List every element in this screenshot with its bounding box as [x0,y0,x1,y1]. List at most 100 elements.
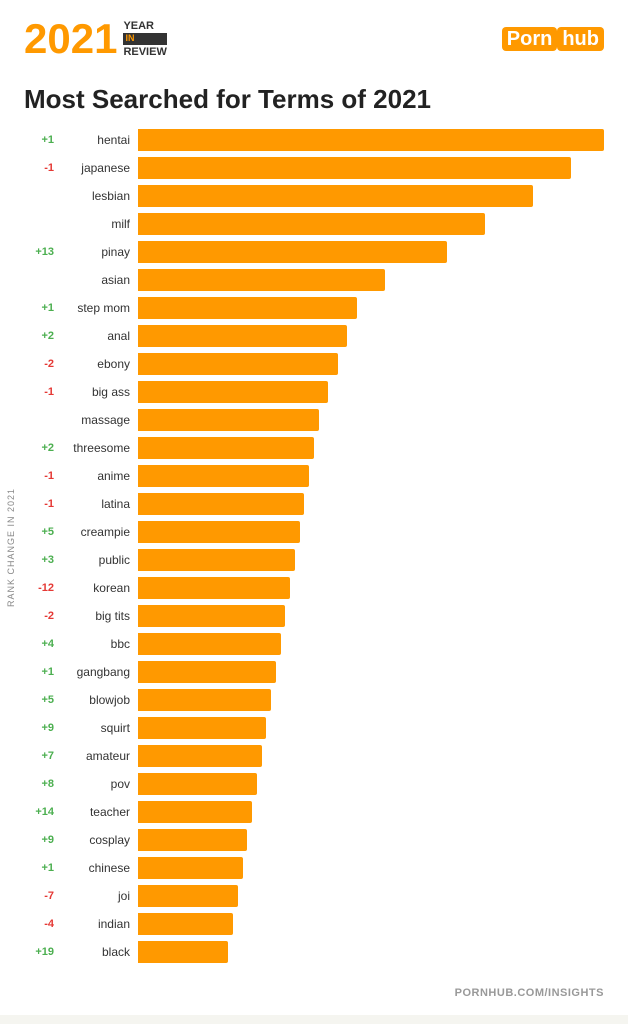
term-label: public [58,553,138,567]
bar-track [138,297,604,319]
bar-fill [138,885,238,907]
bar-fill [138,549,295,571]
rank-change: +14 [22,806,58,818]
bar-row: +5creampie [22,519,604,545]
term-label: cosplay [58,833,138,847]
bar-row: -2big tits [22,603,604,629]
bar-row: -4indian [22,911,604,937]
rank-change: -1 [22,470,58,482]
bar-row: +7amateur [22,743,604,769]
year-subtitle: YEAR IN REVIEW [123,19,166,59]
bar-track [138,941,604,963]
term-label: squirt [58,721,138,735]
bar-fill [138,857,243,879]
term-label: latina [58,497,138,511]
rank-change: +1 [22,862,58,874]
bar-fill [138,437,314,459]
bar-fill [138,325,347,347]
term-label: gangbang [58,665,138,679]
bar-fill [138,241,447,263]
term-label: pinay [58,245,138,259]
bar-fill [138,717,266,739]
bar-fill [138,409,319,431]
bar-track [138,745,604,767]
year-in: IN [123,33,166,45]
bar-row: milf [22,211,604,237]
bar-row: +3public [22,547,604,573]
term-label: teacher [58,805,138,819]
y-axis-label: RANK CHANGE IN 2021 [0,127,22,967]
chart-inner: +1hentai-1japaneselesbianmilf+13pinayasi… [22,127,604,967]
bar-row: -2ebony [22,351,604,377]
bar-row: +1hentai [22,127,604,153]
term-label: japanese [58,161,138,175]
bar-row: +1step mom [22,295,604,321]
term-label: milf [58,217,138,231]
bar-track [138,157,604,179]
bar-fill [138,633,281,655]
bar-track [138,185,604,207]
rank-change: +4 [22,638,58,650]
bar-track [138,241,604,263]
term-label: joi [58,889,138,903]
bar-fill [138,745,262,767]
rank-change: +9 [22,722,58,734]
rank-change: +1 [22,134,58,146]
term-label: ebony [58,357,138,371]
bar-fill [138,129,604,151]
header: 2021 YEAR IN REVIEW Pornhub [0,0,628,70]
term-label: pov [58,777,138,791]
rank-change: +7 [22,750,58,762]
bar-track [138,129,604,151]
bar-track [138,437,604,459]
bar-fill [138,661,276,683]
bar-track [138,857,604,879]
term-label: asian [58,273,138,287]
bar-track [138,213,604,235]
rank-change: -1 [22,498,58,510]
bar-fill [138,297,357,319]
bar-row: +5blowjob [22,687,604,713]
bar-track [138,353,604,375]
bar-fill [138,521,300,543]
bar-fill [138,185,533,207]
bar-fill [138,913,233,935]
term-label: hentai [58,133,138,147]
bar-fill [138,605,285,627]
bar-track [138,913,604,935]
bar-track [138,829,604,851]
term-label: bbc [58,637,138,651]
rank-change: +5 [22,694,58,706]
term-label: lesbian [58,189,138,203]
bar-row: -12korean [22,575,604,601]
bar-track [138,521,604,543]
bar-fill [138,381,328,403]
bar-row: +2anal [22,323,604,349]
term-label: big ass [58,385,138,399]
rank-change: +2 [22,330,58,342]
rank-change: -2 [22,610,58,622]
rank-change: +2 [22,442,58,454]
bar-fill [138,801,252,823]
rank-change: +3 [22,554,58,566]
bar-fill [138,773,257,795]
year-logo: 2021 YEAR IN REVIEW [24,18,167,60]
rank-change: +9 [22,834,58,846]
bar-row: +14teacher [22,799,604,825]
bar-track [138,885,604,907]
bar-row: -1japanese [22,155,604,181]
bar-row: +2threesome [22,435,604,461]
bar-track [138,689,604,711]
bar-row: +1chinese [22,855,604,881]
rank-change: -1 [22,162,58,174]
bar-track [138,409,604,431]
bar-track [138,605,604,627]
rank-change: +8 [22,778,58,790]
rank-change: -2 [22,358,58,370]
term-label: anal [58,329,138,343]
bar-track [138,269,604,291]
bar-row: +4bbc [22,631,604,657]
rank-change: +1 [22,666,58,678]
logo-hub-badge: hub [557,27,604,51]
rank-change: +19 [22,946,58,958]
